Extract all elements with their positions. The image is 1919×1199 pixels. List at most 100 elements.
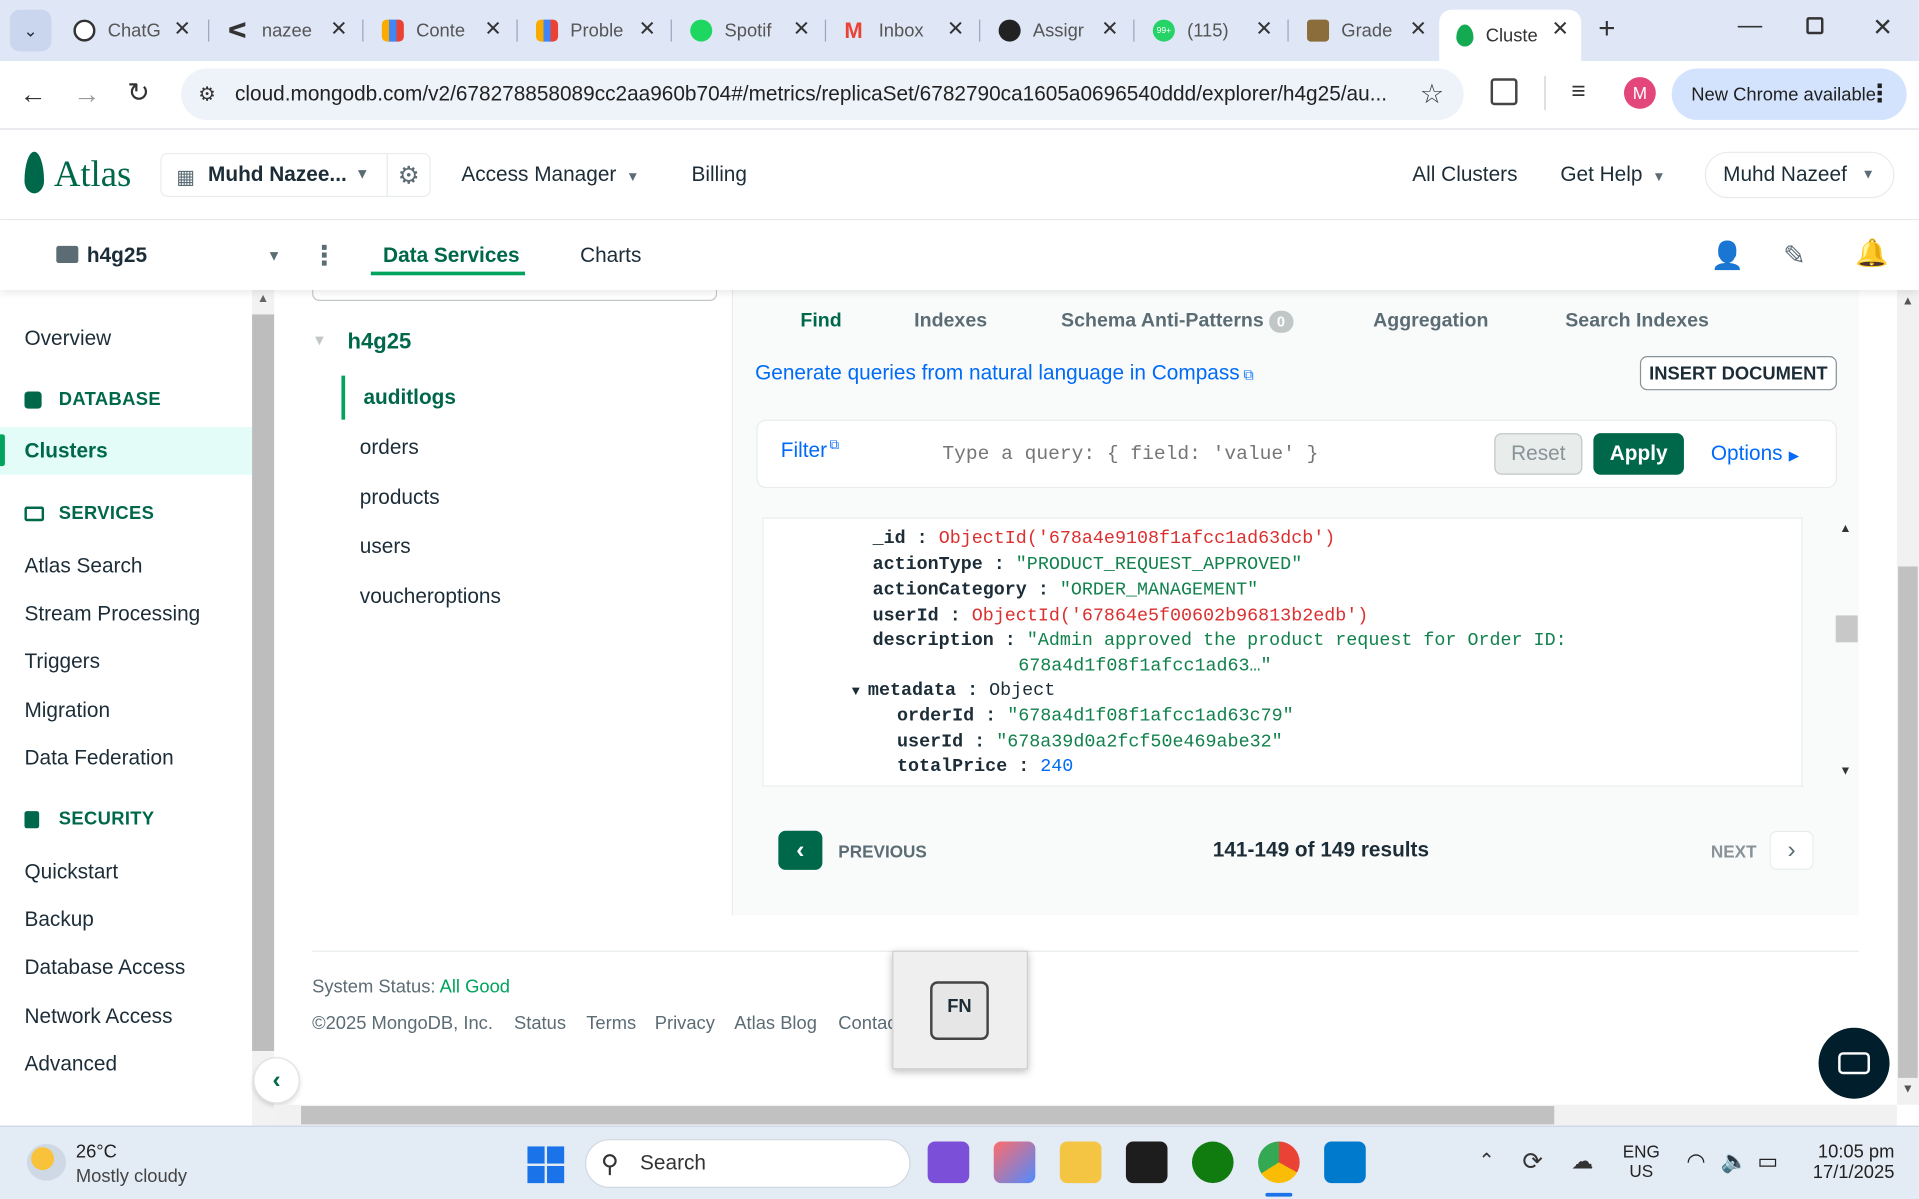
tab-indexes[interactable]: Indexes xyxy=(914,311,987,333)
field-order-id[interactable]: orderId : "678a4d1f08f1afcc1ad63c79" xyxy=(897,706,1294,727)
footer-link-privacy[interactable]: Privacy xyxy=(655,1013,715,1034)
sidebar-item-network-access[interactable]: Network Access xyxy=(24,1004,172,1028)
filter-query-input[interactable] xyxy=(942,435,1481,473)
organization-selector[interactable]: ▦ Muhd Nazee... ▼ xyxy=(160,152,388,197)
tab-charts[interactable]: Charts xyxy=(580,243,641,267)
url-bar[interactable]: ⚙ cloud.mongodb.com/v2/678278858089cc2aa… xyxy=(181,68,1464,120)
reset-button[interactable]: Reset xyxy=(1494,433,1583,475)
clock[interactable]: 10:05 pm 17/1/2025 xyxy=(1799,1142,1895,1184)
scroll-up-icon[interactable]: ▲ xyxy=(1839,522,1851,535)
sidebar-item-quickstart[interactable]: Quickstart xyxy=(24,860,118,884)
restore-icon[interactable] xyxy=(1806,17,1824,35)
taskbar-search-box[interactable]: ⚲ Search xyxy=(584,1139,911,1189)
collection-voucheroptions[interactable]: voucheroptions xyxy=(360,585,501,609)
compass-link[interactable]: Generate queries from natural language i… xyxy=(755,361,1254,385)
footer-link-terms[interactable]: Terms xyxy=(586,1013,636,1034)
browser-tab-problems[interactable]: Proble ✕ xyxy=(519,10,668,52)
org-settings-button[interactable]: ⚙ xyxy=(386,152,431,197)
document-scroll-thumb[interactable] xyxy=(1835,615,1858,643)
sidebar-scrollbar[interactable]: ▲ xyxy=(252,289,275,1126)
scroll-up-icon[interactable]: ▲ xyxy=(1902,295,1914,308)
close-icon[interactable]: ✕ xyxy=(947,17,964,41)
tree-database-h4g25[interactable]: h4g25 xyxy=(348,329,412,355)
insert-document-button[interactable]: INSERT DOCUMENT xyxy=(1639,356,1837,391)
sidebar-item-advanced[interactable]: Advanced xyxy=(24,1052,117,1076)
weather-temp[interactable]: 26°C xyxy=(76,1142,117,1163)
battery-icon[interactable]: ▭ xyxy=(1757,1149,1778,1175)
field-action-category[interactable]: actionCategory : "ORDER_MANAGEMENT" xyxy=(873,580,1259,601)
apply-button[interactable]: Apply xyxy=(1593,433,1684,475)
horizontal-scroll-thumb[interactable] xyxy=(301,1106,1555,1125)
browser-tab-contest[interactable]: Conte ✕ xyxy=(365,10,514,52)
file-explorer-icon[interactable] xyxy=(1059,1141,1102,1184)
sync-icon[interactable]: ⟳ xyxy=(1522,1146,1543,1177)
sidebar-item-triggers[interactable]: Triggers xyxy=(24,650,100,674)
sidebar-item-clusters[interactable]: Clusters xyxy=(0,427,253,475)
namespace-search-input[interactable] xyxy=(312,288,718,301)
options-toggle[interactable]: Options ▶ xyxy=(1711,442,1799,466)
sidebar-item-database-access[interactable]: Database Access xyxy=(24,956,185,980)
browser-tab-leetcode[interactable]: ᐸ nazee ✕ xyxy=(210,10,359,52)
tab-aggregation[interactable]: Aggregation xyxy=(1373,311,1488,333)
tab-schema-anti-patterns[interactable]: Schema Anti-Patterns 0 xyxy=(1061,310,1294,333)
close-icon[interactable]: ✕ xyxy=(173,17,190,41)
browser-tab-clusters[interactable]: Cluste ✕ xyxy=(1439,9,1582,62)
activity-feed-icon[interactable]: ✎ xyxy=(1783,240,1806,272)
collapse-sidebar-button[interactable]: ‹ xyxy=(253,1057,300,1104)
close-icon[interactable]: ✕ xyxy=(639,17,656,41)
scroll-down-icon[interactable]: ▼ xyxy=(1839,765,1851,778)
browser-tab-whatsapp[interactable]: 99+ (115) ✕ xyxy=(1136,10,1285,52)
chrome-icon[interactable] xyxy=(1258,1141,1300,1184)
sidebar-item-backup[interactable]: Backup xyxy=(24,908,93,932)
extensions-icon[interactable] xyxy=(1490,78,1518,106)
sidebar-item-stream-processing[interactable]: Stream Processing xyxy=(24,602,200,626)
field-meta-user-id[interactable]: userId : "678a39d0a2fcf50e469abe32" xyxy=(897,732,1283,753)
filter-label[interactable]: Filter ⧉ xyxy=(781,438,839,463)
media-control-icon[interactable]: ≡ xyxy=(1571,78,1585,106)
forward-arrow-icon[interactable]: → xyxy=(73,78,100,110)
tab-search-indexes[interactable]: Search Indexes xyxy=(1565,311,1709,333)
volume-icon[interactable]: 🔈 xyxy=(1721,1149,1748,1175)
notifications-bell-icon[interactable]: 🔔 xyxy=(1855,237,1889,269)
caret-down-icon[interactable]: ▼ xyxy=(267,247,282,264)
browser-tab-assignment[interactable]: Assigr ✕ xyxy=(981,10,1130,52)
chevron-up-icon[interactable]: ⌃ xyxy=(1478,1149,1494,1173)
footer-link-atlas-blog[interactable]: Atlas Blog xyxy=(734,1013,817,1034)
weather-desc[interactable]: Mostly cloudy xyxy=(76,1166,187,1187)
new-tab-plus-icon[interactable]: + xyxy=(1598,12,1615,46)
project-more-icon[interactable]: ⋮ xyxy=(311,240,338,272)
expand-triangle-icon[interactable]: ▼ xyxy=(852,685,868,700)
field-total-price[interactable]: totalPrice : 240 xyxy=(897,756,1073,777)
field-description[interactable]: description : "Admin approved the produc… xyxy=(873,630,1567,651)
user-menu[interactable]: Muhd Nazeef ▼ xyxy=(1704,151,1895,199)
new-chrome-available-button[interactable]: New Chrome available ⋮ xyxy=(1671,68,1907,120)
project-selector[interactable]: h4g25 xyxy=(87,243,147,267)
previous-page-button[interactable]: ‹ xyxy=(778,830,823,870)
tab-search-button[interactable]: ⌄ xyxy=(9,9,52,52)
close-icon[interactable]: ✕ xyxy=(484,17,501,41)
collection-auditlogs[interactable]: auditlogs xyxy=(363,385,455,409)
back-arrow-icon[interactable]: ← xyxy=(20,78,47,110)
sidebar-item-atlas-search[interactable]: Atlas Search xyxy=(24,554,142,578)
horizontal-scrollbar[interactable] xyxy=(274,1104,1897,1126)
status-value[interactable]: All Good xyxy=(440,976,510,997)
sidebar-item-data-federation[interactable]: Data Federation xyxy=(24,746,173,770)
next-label[interactable]: NEXT xyxy=(1711,842,1757,862)
minimize-icon[interactable]: — xyxy=(1738,12,1762,40)
atlas-logo[interactable]: Atlas xyxy=(54,154,132,196)
copilot-icon[interactable] xyxy=(993,1141,1036,1184)
xbox-icon[interactable] xyxy=(1191,1141,1234,1184)
all-clusters-link[interactable]: All Clusters xyxy=(1412,163,1517,187)
sidebar-item-migration[interactable]: Migration xyxy=(24,699,110,723)
billing-link[interactable]: Billing xyxy=(691,163,747,187)
taskbar-app-icon[interactable] xyxy=(927,1141,970,1184)
site-info-icon[interactable]: ⚙ xyxy=(198,82,216,106)
tab-data-services[interactable]: Data Services xyxy=(383,243,519,267)
invite-user-icon[interactable]: 👤 xyxy=(1711,240,1745,272)
next-page-button[interactable]: › xyxy=(1769,830,1814,870)
tab-find[interactable]: Find xyxy=(800,311,841,333)
scroll-up-icon[interactable]: ▲ xyxy=(257,292,269,305)
scroll-down-icon[interactable]: ▼ xyxy=(1902,1083,1914,1096)
windows-start-icon[interactable] xyxy=(527,1146,565,1184)
browser-tab-grades[interactable]: Grade ✕ xyxy=(1290,10,1439,52)
